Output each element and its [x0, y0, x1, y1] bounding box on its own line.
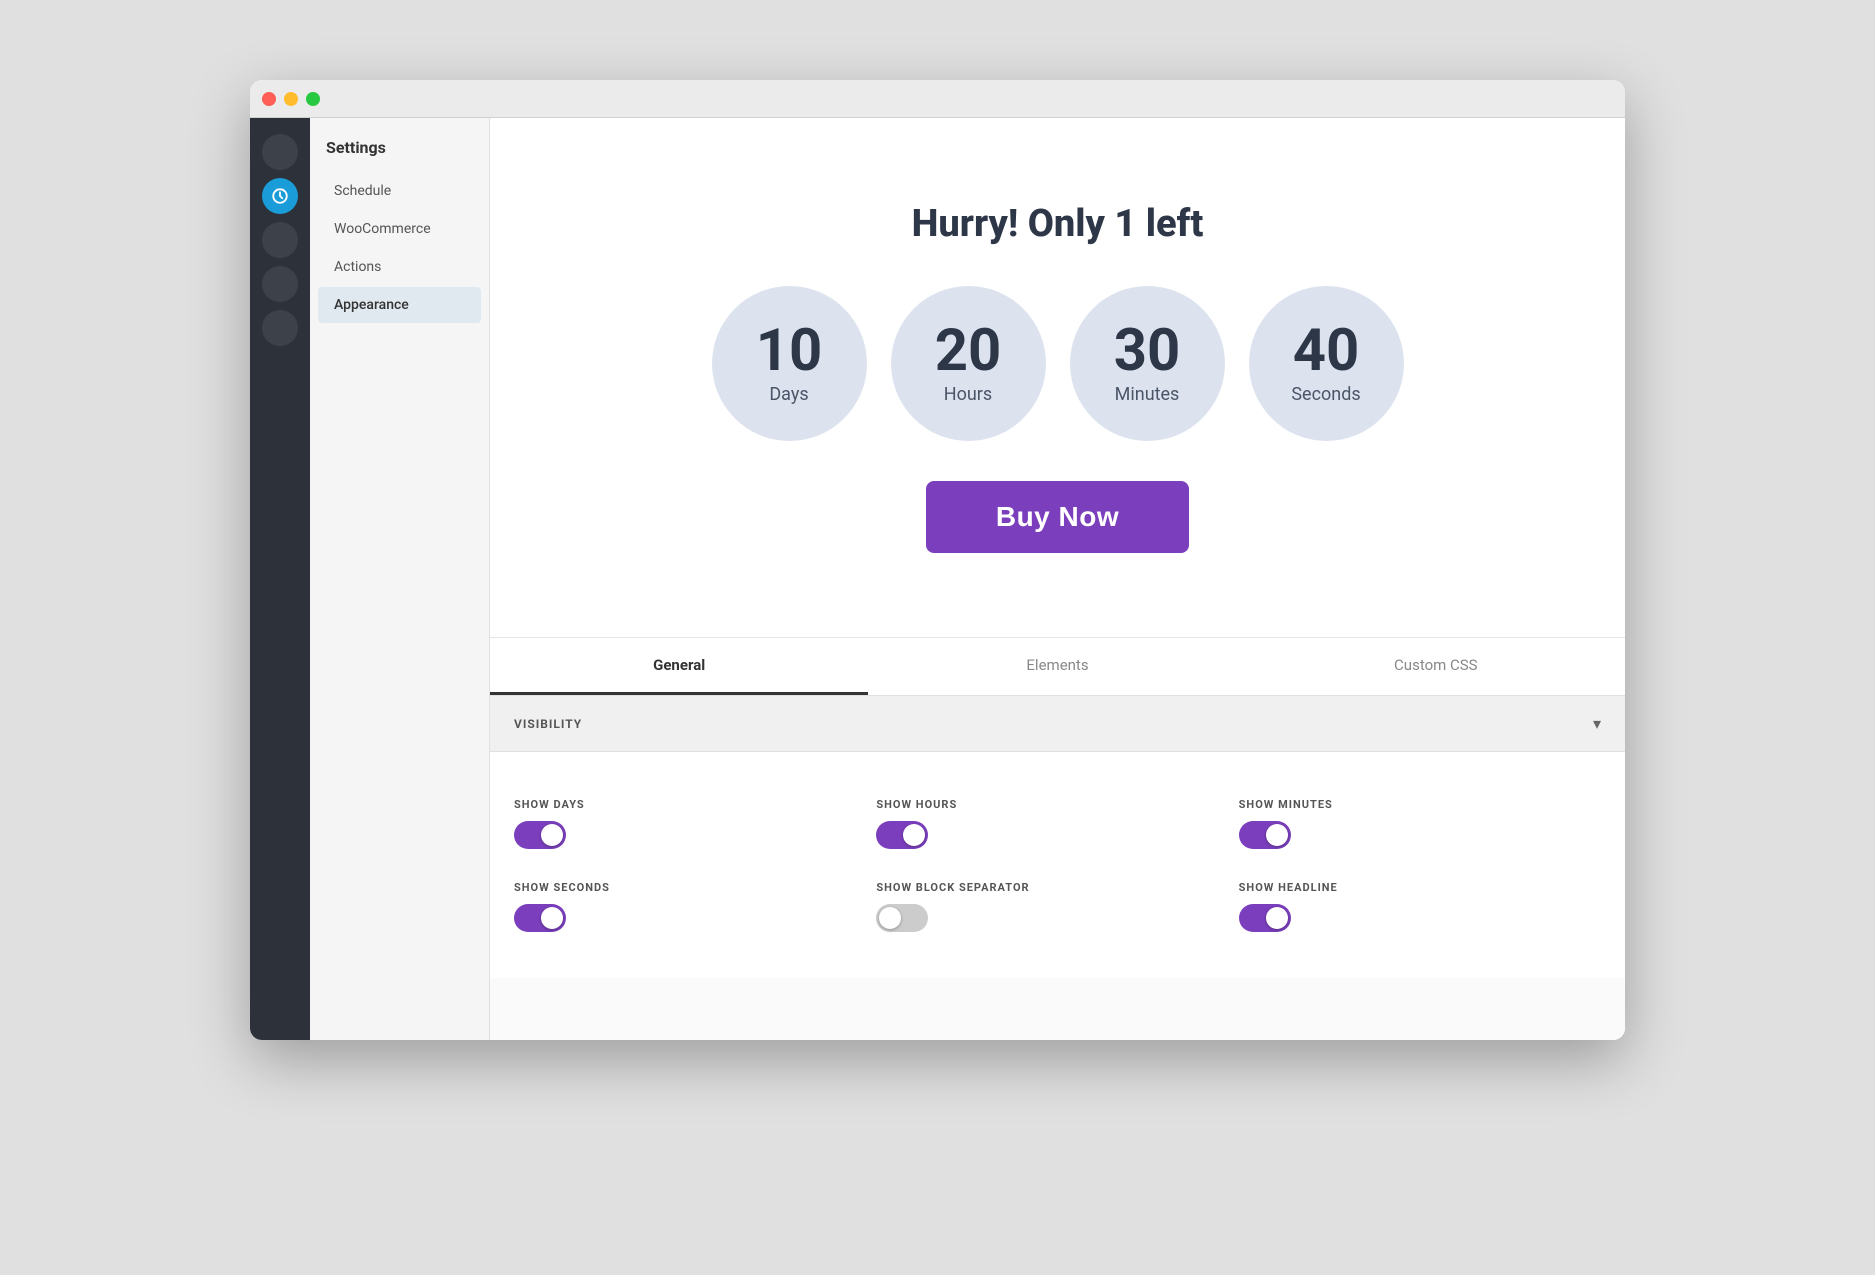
chevron-down-icon: ▾	[1593, 714, 1601, 733]
countdown-hours-number: 20	[935, 322, 1002, 380]
toggle-show-days-label: SHOW DAYS	[514, 798, 876, 811]
toggle-show-hours-switch[interactable]	[876, 821, 928, 849]
toggle-show-seconds-label: SHOW SECONDS	[514, 881, 876, 894]
tab-general[interactable]: General	[490, 638, 868, 695]
toggle-show-headline-label: SHOW HEADLINE	[1239, 881, 1601, 894]
tab-elements[interactable]: Elements	[868, 638, 1246, 695]
settings-sidebar: Settings Schedule WooCommerce Actions Ap…	[310, 118, 490, 1040]
sidebar-icon-2[interactable]	[262, 178, 298, 214]
nav-item-woocommerce[interactable]: WooCommerce	[318, 211, 481, 247]
toggle-show-hours-track	[876, 821, 928, 849]
toggle-show-block-separator-label: SHOW BLOCK SEPARATOR	[876, 881, 1238, 894]
toggle-show-days-track	[514, 821, 566, 849]
titlebar	[250, 80, 1625, 118]
nav-item-appearance[interactable]: Appearance	[318, 287, 481, 323]
tabs-bar: General Elements Custom CSS	[490, 638, 1625, 696]
nav-item-schedule[interactable]: Schedule	[318, 173, 481, 209]
countdown-minutes-label: Minutes	[1115, 384, 1180, 405]
visibility-label: VISIBILITY	[514, 717, 582, 731]
main-content: Hurry! Only 1 left 10 Days 20 Hours 30 M…	[490, 118, 1625, 1040]
toggle-show-days-thumb	[541, 824, 563, 846]
toggle-show-headline-track	[1239, 904, 1291, 932]
close-button[interactable]	[262, 92, 276, 106]
sidebar-icon-4[interactable]	[262, 266, 298, 302]
toggle-show-block-separator-track	[876, 904, 928, 932]
toggle-show-minutes: SHOW MINUTES	[1239, 782, 1601, 865]
toggle-show-days: SHOW DAYS	[514, 782, 876, 865]
sidebar-title: Settings	[310, 118, 489, 173]
countdown-days: 10 Days	[712, 286, 867, 441]
preview-headline: Hurry! Only 1 left	[912, 202, 1204, 246]
countdown-days-label: Days	[769, 384, 808, 405]
toggle-show-minutes-track	[1239, 821, 1291, 849]
toggle-show-headline-switch[interactable]	[1239, 904, 1291, 932]
toggle-show-block-separator-thumb	[879, 907, 901, 929]
sidebar-icon-5[interactable]	[262, 310, 298, 346]
toggles-grid: SHOW DAYS SHOW HOURS	[490, 752, 1625, 978]
toggle-show-seconds-track	[514, 904, 566, 932]
countdown-days-number: 10	[756, 322, 823, 380]
visibility-section-header[interactable]: VISIBILITY ▾	[490, 696, 1625, 752]
countdown-seconds-label: Seconds	[1291, 384, 1360, 405]
countdown-minutes: 30 Minutes	[1070, 286, 1225, 441]
countdown-hours: 20 Hours	[891, 286, 1046, 441]
toggle-show-headline-thumb	[1266, 907, 1288, 929]
settings-panel: VISIBILITY ▾ SHOW DAYS SHOW HOURS	[490, 696, 1625, 1040]
sidebar-icon-1[interactable]	[262, 134, 298, 170]
minimize-button[interactable]	[284, 92, 298, 106]
toggle-show-hours-label: SHOW HOURS	[876, 798, 1238, 811]
toggle-show-days-switch[interactable]	[514, 821, 566, 849]
countdown-seconds: 40 Seconds	[1249, 286, 1404, 441]
toggle-show-hours: SHOW HOURS	[876, 782, 1238, 865]
toggle-show-minutes-label: SHOW MINUTES	[1239, 798, 1601, 811]
preview-area: Hurry! Only 1 left 10 Days 20 Hours 30 M…	[490, 118, 1625, 638]
countdown-minutes-number: 30	[1114, 322, 1181, 380]
icon-sidebar	[250, 118, 310, 1040]
toggle-show-block-separator: SHOW BLOCK SEPARATOR	[876, 865, 1238, 948]
countdown-seconds-number: 40	[1293, 322, 1360, 380]
app-window: Settings Schedule WooCommerce Actions Ap…	[250, 80, 1625, 1040]
toggle-show-minutes-switch[interactable]	[1239, 821, 1291, 849]
sidebar-icon-3[interactable]	[262, 222, 298, 258]
tab-custom-css[interactable]: Custom CSS	[1247, 638, 1625, 695]
toggle-show-hours-thumb	[903, 824, 925, 846]
toggle-show-block-separator-switch[interactable]	[876, 904, 928, 932]
main-layout: Settings Schedule WooCommerce Actions Ap…	[250, 118, 1625, 1040]
toggle-show-seconds-switch[interactable]	[514, 904, 566, 932]
maximize-button[interactable]	[306, 92, 320, 106]
toggle-show-headline: SHOW HEADLINE	[1239, 865, 1601, 948]
buy-now-button[interactable]: Buy Now	[926, 481, 1189, 553]
nav-item-actions[interactable]: Actions	[318, 249, 481, 285]
toggle-show-seconds-thumb	[541, 907, 563, 929]
toggle-show-seconds: SHOW SECONDS	[514, 865, 876, 948]
toggle-show-minutes-thumb	[1266, 824, 1288, 846]
countdown-hours-label: Hours	[944, 384, 992, 405]
countdown-row: 10 Days 20 Hours 30 Minutes 40 Seconds	[712, 286, 1404, 441]
